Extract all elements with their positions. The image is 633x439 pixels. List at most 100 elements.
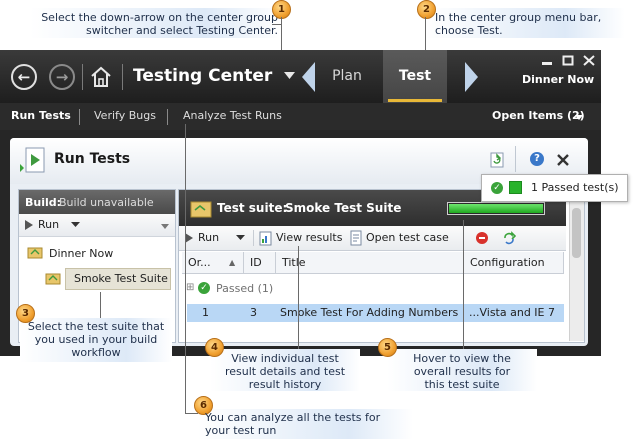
callout-6-line-a: You can analyze all the tests for xyxy=(205,411,381,424)
callout-5-connector xyxy=(463,220,464,350)
minimize-icon[interactable] xyxy=(541,56,553,66)
user-project-name[interactable]: Dinner Now xyxy=(522,73,594,86)
test-plan-icon xyxy=(27,247,43,259)
close-panel-icon[interactable] xyxy=(557,154,569,166)
run-play-icon xyxy=(25,220,33,230)
row-configuration: ...Vista and IE 7 xyxy=(469,306,555,319)
results-tooltip: ✓ 1 Passed test(s) xyxy=(481,174,628,202)
tab-plan[interactable]: Plan xyxy=(319,50,375,103)
callout-4-line-b: result details and test xyxy=(224,365,346,378)
group-expand-icon[interactable]: ⊞ xyxy=(186,282,194,293)
suite-folder-icon xyxy=(190,201,212,218)
tooltip-text: 1 Passed test(s) xyxy=(531,181,619,194)
center-title: Testing Center xyxy=(133,66,273,86)
column-order[interactable]: Or... ▲ xyxy=(182,252,244,274)
callout-2-badge: 2 xyxy=(417,0,436,19)
divider xyxy=(82,64,83,90)
column-id[interactable]: ID xyxy=(244,252,276,274)
left-toolbar: Run xyxy=(19,214,175,237)
run-dropdown-icon[interactable] xyxy=(236,235,245,240)
group-passed-label: Passed (1) xyxy=(216,282,274,295)
suite-name: Smoke Test Suite xyxy=(285,201,402,215)
callout-5-text: Hover to view the overall results for th… xyxy=(389,352,535,391)
callout-6-text: You can analyze all the tests for your t… xyxy=(205,411,410,437)
view-results-button[interactable]: View results xyxy=(276,231,342,244)
callout-5-line-a: Hover to view the xyxy=(413,352,511,365)
scrollbar-thumb[interactable] xyxy=(572,208,581,258)
suite-results-bar[interactable] xyxy=(447,202,545,215)
tab-test[interactable]: Test xyxy=(383,50,447,103)
callout-3-line-a: Select the test suite that xyxy=(27,320,165,333)
callout-2-text: In the center group menu bar, choose Tes… xyxy=(435,11,625,37)
callout-3-line-c: workflow xyxy=(71,346,121,359)
callout-4-line-c: result history xyxy=(248,378,322,391)
build-value: Build unavailable xyxy=(59,196,154,209)
build-bar: Build: Build unavailable xyxy=(19,190,175,214)
callout-4-connector xyxy=(298,246,299,350)
divider xyxy=(515,146,516,172)
callout-1-line-a: Select the down-arrow on the center grou… xyxy=(41,11,278,24)
stop-icon[interactable] xyxy=(476,232,488,244)
run-tests-icon xyxy=(20,147,45,173)
callout-6-connector xyxy=(185,124,186,414)
passed-check-icon: ✓ xyxy=(491,182,503,194)
sync-icon[interactable] xyxy=(502,231,516,245)
app-window: ← → Testing Center Plan Test Dinner Now xyxy=(0,50,601,356)
home-icon[interactable] xyxy=(89,65,113,89)
tab-scroll-left-icon[interactable] xyxy=(302,62,316,92)
divider xyxy=(122,64,123,90)
suite-label: Test suite: xyxy=(217,201,288,215)
callout-3-text: Select the test suite that you used in y… xyxy=(22,320,170,359)
callout-5-line-c: this test suite xyxy=(424,378,500,391)
divider xyxy=(167,109,168,125)
build-label: Build: xyxy=(25,196,62,209)
left-overflow-icon[interactable] xyxy=(161,224,169,229)
run-tests-panel: Run Tests ? Build: Build unavailable Run xyxy=(10,138,588,346)
results-toolbar: Run View results Open test case xyxy=(179,226,566,251)
active-tab-indicator xyxy=(388,99,442,102)
column-configuration[interactable]: Configuration xyxy=(464,252,564,274)
row-order: 1 xyxy=(202,306,209,319)
vertical-scrollbar[interactable] xyxy=(569,190,584,341)
refresh-icon[interactable] xyxy=(490,152,504,168)
divider xyxy=(79,109,80,125)
close-icon[interactable] xyxy=(583,55,595,66)
run-button[interactable]: Run xyxy=(198,231,219,244)
row-title: Smoke Test For Adding Numbers xyxy=(280,306,459,319)
passed-square-icon xyxy=(509,181,522,194)
callout-2-line-b: choose Test. xyxy=(435,24,503,37)
nav-run-tests[interactable]: Run Tests xyxy=(11,109,71,122)
open-items-chevron-down-icon[interactable] xyxy=(575,115,583,120)
nav-verify-bugs[interactable]: Verify Bugs xyxy=(94,109,156,122)
left-run-button[interactable]: Run xyxy=(38,218,59,231)
callout-5-line-b: overall results for xyxy=(413,365,511,378)
center-switcher-dropdown-icon[interactable] xyxy=(284,72,295,80)
callout-3-line-b: you used in your build xyxy=(34,333,158,346)
tree-item-smoke-test-suite[interactable]: Smoke Test Suite xyxy=(74,272,168,285)
sort-up-icon: ▲ xyxy=(229,258,236,267)
callout-1-line-b: switcher and select Testing Center. xyxy=(86,24,278,37)
column-title[interactable]: Title xyxy=(276,252,464,274)
maximize-icon[interactable] xyxy=(562,55,574,66)
back-button[interactable]: ← xyxy=(11,64,37,90)
sub-navigation: Run Tests Verify Bugs Analyze Test Runs … xyxy=(0,103,601,130)
run-play-icon xyxy=(185,233,193,243)
nav-analyze-test-runs[interactable]: Analyze Test Runs xyxy=(183,109,282,122)
callout-6-line-b: your test run xyxy=(205,424,277,437)
help-icon[interactable]: ? xyxy=(530,152,544,166)
top-bar: ← → Testing Center Plan Test Dinner Now xyxy=(0,50,601,103)
tab-scroll-right-icon[interactable] xyxy=(464,62,478,92)
open-test-case-icon xyxy=(350,230,362,246)
tree-item-dinner-now[interactable]: Dinner Now xyxy=(49,247,113,260)
run-dropdown-icon[interactable] xyxy=(71,222,80,227)
row-id: 3 xyxy=(250,306,257,319)
panel-title: Run Tests xyxy=(54,151,131,167)
open-items-menu[interactable]: Open Items (2) xyxy=(492,109,585,122)
test-suite-pane: Test suite: Smoke Test Suite Run View re… xyxy=(178,189,585,343)
callout-4-line-a: View individual test xyxy=(231,352,339,365)
open-test-case-button[interactable]: Open test case xyxy=(366,231,449,244)
divider xyxy=(253,230,254,246)
test-suite-icon xyxy=(45,273,61,285)
forward-button[interactable]: → xyxy=(49,64,75,90)
passed-check-icon: ✓ xyxy=(198,282,210,294)
